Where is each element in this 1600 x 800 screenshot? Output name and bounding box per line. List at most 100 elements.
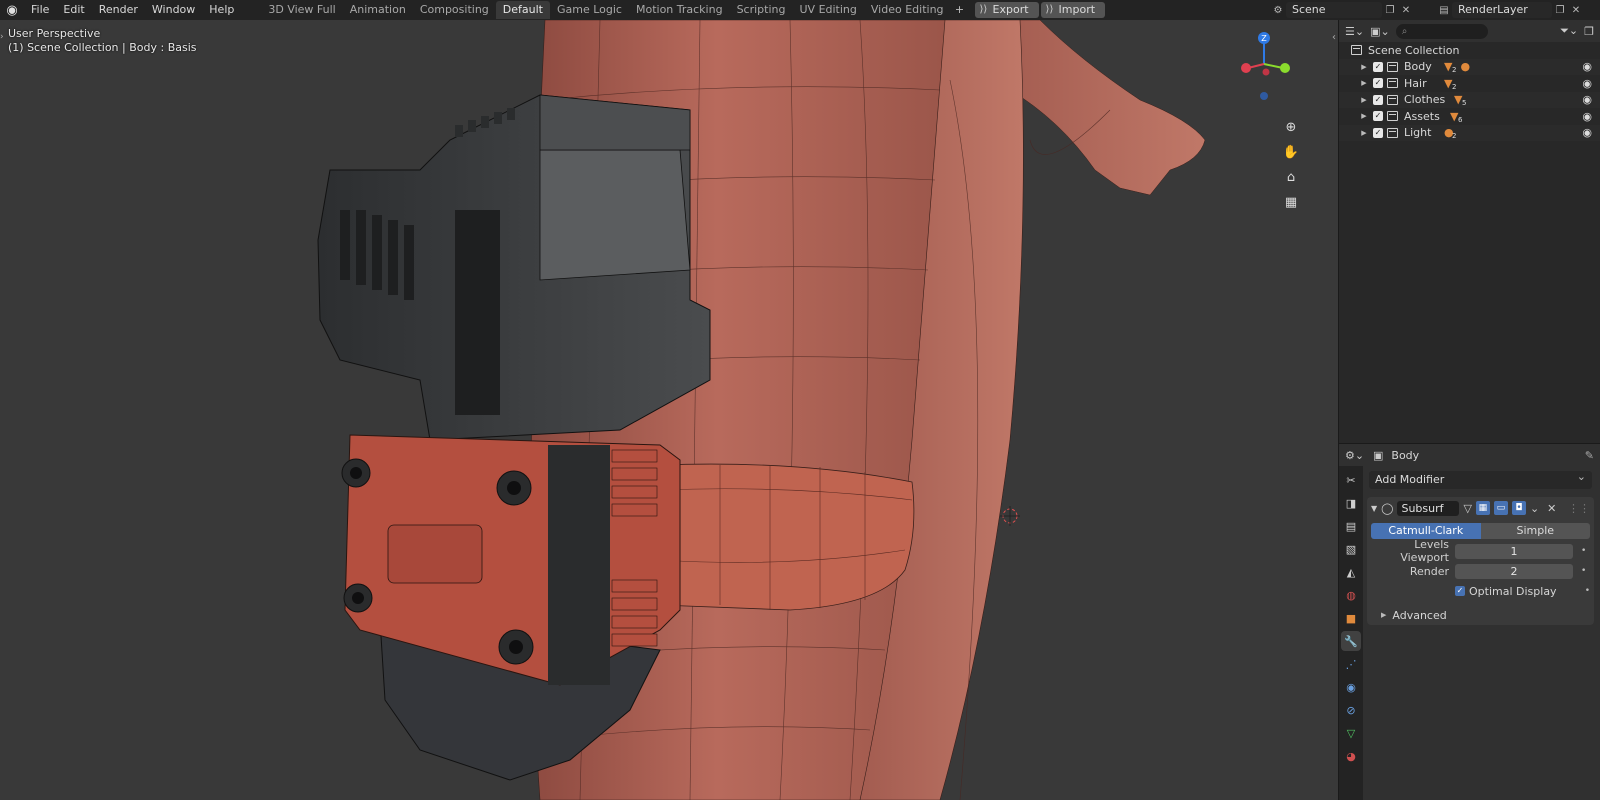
tab-video-editing[interactable]: Video Editing <box>864 1 951 19</box>
menu-help[interactable]: Help <box>202 0 241 20</box>
exclude-checkbox[interactable]: ✓ <box>1373 127 1383 138</box>
catmull-clark-option[interactable]: Catmull-Clark <box>1371 523 1481 539</box>
material-icon[interactable]: ◕ <box>1341 746 1361 766</box>
editor-type-icon[interactable]: ⚙⌄ <box>1345 449 1373 462</box>
scene-copy-icon[interactable]: ❐ <box>1382 2 1398 18</box>
gizmo-y-axis[interactable] <box>1280 63 1290 73</box>
modifier-name-field[interactable]: Subsurf <box>1397 500 1460 516</box>
camera-view-icon[interactable]: ⌂ <box>1280 166 1302 188</box>
zoom-icon[interactable]: ⊕ <box>1280 116 1302 138</box>
scene-collection-row[interactable]: Scene Collection <box>1339 42 1600 59</box>
tool-settings-icon[interactable]: ✂ <box>1341 470 1361 490</box>
menu-window[interactable]: Window <box>145 0 202 20</box>
modifier-menu-chevron-icon[interactable]: ⌄ <box>1530 502 1539 515</box>
editor-type-icon[interactable]: ☰⌄ <box>1345 25 1364 38</box>
menu-render[interactable]: Render <box>92 0 145 20</box>
expand-arrow-icon[interactable]: ▶ <box>1359 112 1369 120</box>
view-layer-icon[interactable]: ▧ <box>1341 539 1361 559</box>
import-button[interactable]: ⟩⟩ Import <box>1040 2 1106 18</box>
expand-arrow-icon[interactable]: ▶ <box>1359 129 1369 137</box>
tab-uv-editing[interactable]: UV Editing <box>793 1 864 19</box>
tab-default[interactable]: Default <box>495 1 550 19</box>
edit-mode-toggle-icon[interactable]: ▦ <box>1475 501 1490 515</box>
scene-close-icon[interactable]: ✕ <box>1398 2 1414 18</box>
visibility-eye-icon[interactable]: ◉ <box>1582 60 1592 73</box>
blender-logo-icon[interactable]: ◉ <box>0 0 24 20</box>
advanced-subpanel[interactable]: ▶ Advanced <box>1367 607 1594 623</box>
perspective-grid-icon[interactable]: ▦ <box>1280 191 1302 213</box>
physics-icon[interactable]: ◉ <box>1341 677 1361 697</box>
drag-handle-icon[interactable]: ⋮⋮ <box>1568 502 1590 515</box>
simple-option[interactable]: Simple <box>1480 523 1590 539</box>
render-layer-browse-icon[interactable]: ▤ <box>1436 2 1452 18</box>
new-collection-icon[interactable]: ❐ <box>1584 25 1594 38</box>
add-workspace-button[interactable]: + <box>951 0 969 20</box>
tab-motion-tracking[interactable]: Motion Tracking <box>629 1 730 19</box>
navigation-gizmo[interactable]: Z <box>1228 28 1300 100</box>
expand-arrow-icon[interactable]: ▶ <box>1359 79 1369 87</box>
outliner-row-light[interactable]: ▶ ✓ Light ● 2 ◉ <box>1339 124 1600 141</box>
sidebar-collapse-icon[interactable]: ‹ <box>1332 32 1336 43</box>
exclude-checkbox[interactable]: ✓ <box>1373 78 1383 89</box>
outliner-row-assets[interactable]: ▶ ✓ Assets ▼ 6 ◉ <box>1339 108 1600 125</box>
pan-hand-icon[interactable]: ✋ <box>1280 141 1302 163</box>
exclude-checkbox[interactable]: ✓ <box>1373 111 1383 122</box>
outliner-panel: ☰⌄ ▣⌄ ⌕ ⏷⌄ ❐ Scene Collection ▶ ✓ Body ▼… <box>1338 20 1600 443</box>
visibility-eye-icon[interactable]: ◉ <box>1582 126 1592 139</box>
tab-3d-view-full[interactable]: 3D View Full <box>261 1 342 19</box>
visibility-eye-icon[interactable]: ◉ <box>1582 110 1592 123</box>
expand-arrow-icon[interactable]: ▶ <box>1381 611 1386 619</box>
scene-browse-icon[interactable]: ⚙ <box>1270 2 1286 18</box>
edit-mode-cage-icon[interactable]: ▽ <box>1463 502 1471 515</box>
tab-animation[interactable]: Animation <box>343 1 413 19</box>
render-layer-field[interactable]: RenderLayer <box>1452 2 1552 18</box>
modifier-wrench-icon[interactable]: 🔧 <box>1341 631 1361 651</box>
collapse-arrow-icon[interactable]: ▼ <box>1371 504 1377 513</box>
render-toggle-icon[interactable]: ◘ <box>1511 501 1526 515</box>
realtime-display-toggle-icon[interactable]: ▭ <box>1493 501 1508 515</box>
constraints-icon[interactable]: ⊘ <box>1341 700 1361 720</box>
export-button[interactable]: ⟩⟩ Export <box>974 2 1039 18</box>
exclude-checkbox[interactable]: ✓ <box>1373 61 1383 72</box>
render-settings-icon[interactable]: ◨ <box>1341 493 1361 513</box>
filter-icon[interactable]: ⏷⌄ <box>1560 24 1578 38</box>
world-icon[interactable]: ◍ <box>1341 585 1361 605</box>
3d-viewport[interactable]: › User Perspective (1) Scene Collection … <box>0 20 1338 800</box>
gizmo-x-axis[interactable] <box>1241 63 1251 73</box>
tab-game-logic[interactable]: Game Logic <box>550 1 629 19</box>
scene-icon[interactable]: ◭ <box>1341 562 1361 582</box>
expand-arrow-icon[interactable]: ▶ <box>1359 63 1369 71</box>
outliner-row-body[interactable]: ▶ ✓ Body ▼ 2 ● ◉ <box>1339 58 1600 75</box>
exclude-checkbox[interactable]: ✓ <box>1373 94 1383 105</box>
scene-name-field[interactable]: Scene <box>1286 2 1382 18</box>
keyframe-dot-icon[interactable]: • <box>1581 566 1586 576</box>
levels-viewport-field[interactable]: 1 <box>1455 543 1573 559</box>
visibility-eye-icon[interactable]: ◉ <box>1582 77 1592 90</box>
keyframe-dot-icon[interactable]: • <box>1585 586 1590 596</box>
output-settings-icon[interactable]: ▤ <box>1341 516 1361 536</box>
outliner-row-hair[interactable]: ▶ ✓ Hair ▼ 2 ◉ <box>1339 75 1600 92</box>
toolbar-expand-icon[interactable]: › <box>0 32 4 42</box>
object-icon[interactable]: ■ <box>1341 608 1361 628</box>
particles-icon[interactable]: ⋰ <box>1341 654 1361 674</box>
collection-icon <box>1351 45 1362 56</box>
remove-modifier-close-icon[interactable]: ✕ <box>1547 502 1556 515</box>
render-levels-field[interactable]: 2 <box>1455 563 1573 579</box>
optimal-display-checkbox[interactable]: ✓ <box>1455 586 1465 596</box>
expand-arrow-icon[interactable]: ▶ <box>1359 96 1369 104</box>
mesh-data-icon[interactable]: ▽ <box>1341 723 1361 743</box>
menu-file[interactable]: File <box>24 0 56 20</box>
render-layer-close-icon[interactable]: ✕ <box>1568 2 1584 18</box>
pin-icon[interactable]: ✎ <box>1585 449 1594 462</box>
menu-edit[interactable]: Edit <box>56 0 91 20</box>
keyframe-dot-icon[interactable]: • <box>1581 546 1586 556</box>
display-mode-icon[interactable]: ▣⌄ <box>1370 25 1390 38</box>
object-count: 2 <box>1452 66 1457 75</box>
tab-compositing[interactable]: Compositing <box>413 1 496 19</box>
visibility-eye-icon[interactable]: ◉ <box>1582 93 1592 106</box>
tab-scripting[interactable]: Scripting <box>730 1 793 19</box>
outliner-search-input[interactable]: ⌕ <box>1395 23 1488 39</box>
outliner-row-clothes[interactable]: ▶ ✓ Clothes ▼ 5 ◉ <box>1339 91 1600 108</box>
render-layer-copy-icon[interactable]: ❐ <box>1552 2 1568 18</box>
add-modifier-dropdown[interactable]: Add Modifier <box>1369 468 1592 489</box>
